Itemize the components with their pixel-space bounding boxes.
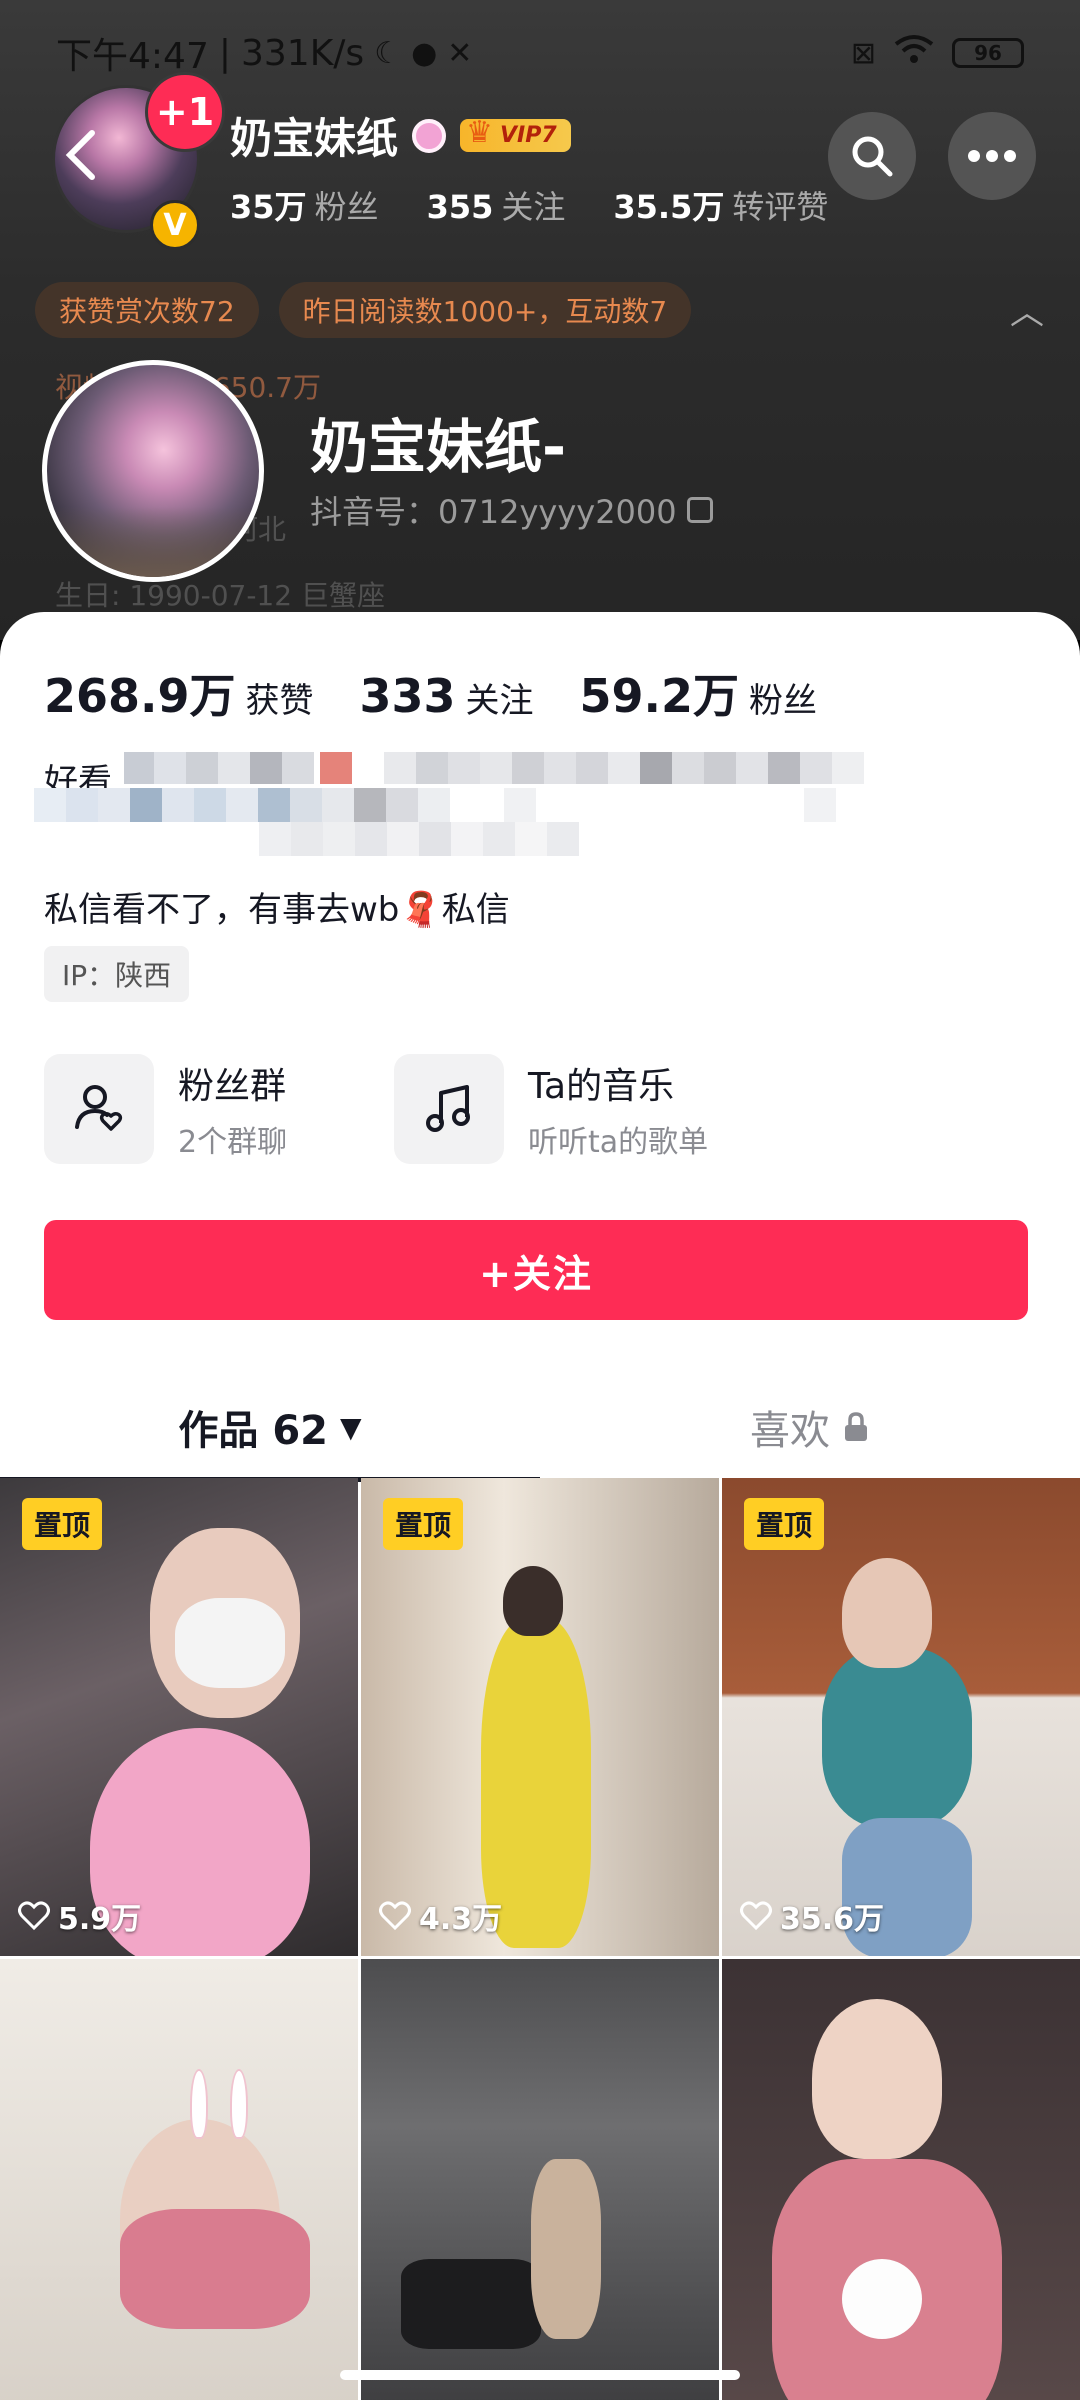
chip-reads[interactable]: 昨日阅读数1000+，互动数7 bbox=[278, 282, 692, 338]
fan-group-title: 粉丝群 bbox=[178, 1066, 287, 1107]
tab-likes[interactable]: 喜欢 bbox=[540, 1372, 1080, 1482]
moon-icon: ☾ bbox=[374, 35, 402, 71]
more-icon bbox=[968, 150, 1016, 162]
profile-stats: 268.9万 获赞 333 关注 59.2万 粉丝 bbox=[44, 660, 817, 726]
network-speed: 331K/s bbox=[240, 32, 365, 74]
capcut-icon: ✕ bbox=[447, 35, 473, 71]
video-thumbnail[interactable] bbox=[0, 1959, 358, 2400]
chevron-left-icon bbox=[65, 130, 95, 180]
wifi-icon bbox=[894, 34, 934, 72]
tab-works-label: 作品 62 bbox=[178, 1408, 329, 1454]
stat-fans[interactable]: 59.2万 粉丝 bbox=[580, 660, 818, 726]
search-button[interactable] bbox=[828, 112, 916, 200]
heart-icon bbox=[740, 1901, 772, 1931]
video-like-count: 4.3万 bbox=[379, 1894, 502, 1938]
header-name-row: 奶宝妹纸 VIP7 bbox=[230, 105, 571, 166]
caret-down-icon: ▼ bbox=[340, 1410, 362, 1444]
verified-badge: V bbox=[150, 200, 200, 250]
bio-line3: 私信看不了，有事去wb🧣私信 bbox=[44, 890, 510, 930]
ip-location-tag: IP：陕西 bbox=[44, 946, 190, 1002]
music-subtitle: 听听ta的歌单 bbox=[528, 1125, 709, 1160]
video-thumbnail[interactable] bbox=[722, 1959, 1080, 2400]
pinned-badge: 置顶 bbox=[22, 1498, 103, 1550]
douyin-id-row[interactable]: 抖音号：0712yyyy2000 bbox=[310, 487, 713, 533]
chevron-up-icon[interactable]: ︿ bbox=[1010, 285, 1044, 334]
new-count-badge: +1 bbox=[145, 72, 225, 152]
copy-icon[interactable] bbox=[686, 497, 713, 523]
pinned-badge: 置顶 bbox=[744, 1498, 825, 1550]
sim-icon: ⊠ bbox=[850, 35, 876, 71]
vip-badge: VIP7 bbox=[460, 115, 571, 152]
bio-pixelated: 好看 bbox=[34, 752, 884, 902]
music-title: Ta的音乐 bbox=[528, 1066, 675, 1107]
stat-likes[interactable]: 268.9万 获赞 bbox=[44, 660, 314, 726]
profile-header-background: 下午4:47 | 331K/s ☾ ● ✕ ⊠ 96 +1 V 奶宝妹纸 VIP… bbox=[0, 0, 1080, 640]
search-badge-icon bbox=[412, 118, 447, 153]
profile-avatar[interactable] bbox=[42, 360, 264, 582]
follow-button[interactable]: +关注 bbox=[44, 1220, 1028, 1320]
header-stat-following[interactable]: 355 关注 bbox=[427, 182, 566, 228]
video-thumbnail[interactable]: 置顶 4.3万 bbox=[361, 1478, 719, 1956]
video-like-count: 5.9万 bbox=[18, 1894, 141, 1938]
battery-level: 96 bbox=[974, 41, 1002, 65]
fan-group-subtitle: 2个群聊 bbox=[178, 1125, 288, 1160]
profile-tabs: 作品 62 ▼ 喜欢 bbox=[0, 1372, 1080, 1482]
heart-icon bbox=[18, 1901, 50, 1931]
heart-icon bbox=[379, 1901, 411, 1931]
music-entry[interactable]: Ta的音乐 听听ta的歌单 bbox=[394, 1054, 708, 1164]
faded-birthday: 生日: 1990-07-12 巨蟹座 bbox=[55, 579, 385, 612]
collapsed-profile-bar: +1 V 奶宝妹纸 VIP7 35万粉丝 355关注 35.5万转评赞 bbox=[0, 70, 1080, 250]
back-button[interactable] bbox=[60, 125, 110, 185]
profile-nickname: 奶宝妹纸- bbox=[310, 413, 567, 481]
header-stat-fans[interactable]: 35万 粉丝 bbox=[230, 182, 379, 228]
stat-following[interactable]: 333 关注 bbox=[360, 669, 534, 723]
video-thumbnail[interactable] bbox=[361, 1959, 719, 2400]
chip-rewards[interactable]: 获赞赏次数72 bbox=[35, 282, 259, 338]
pinned-badge: 置顶 bbox=[383, 1498, 464, 1550]
tab-likes-label: 喜欢 bbox=[750, 1408, 830, 1454]
more-button[interactable] bbox=[948, 112, 1036, 200]
video-thumbnail[interactable]: 置顶 5.9万 bbox=[0, 1478, 358, 1956]
tab-works[interactable]: 作品 62 ▼ bbox=[0, 1372, 540, 1482]
achievement-chips: 获赞赏次数72 昨日阅读数1000+，互动数7 bbox=[35, 282, 692, 338]
header-stat-interactions[interactable]: 35.5万 转评赞 bbox=[613, 182, 828, 228]
header-stats: 35万 粉丝 355 关注 35.5万 转评赞 bbox=[230, 182, 828, 228]
video-like-count: 35.6万 bbox=[740, 1894, 884, 1938]
fan-group-icon bbox=[44, 1054, 154, 1164]
fan-group-entry[interactable]: 粉丝群 2个群聊 bbox=[44, 1054, 287, 1164]
video-thumbnail[interactable]: 置顶 35.6万 bbox=[722, 1478, 1080, 1956]
douyin-id: 抖音号：0712yyyy2000 bbox=[310, 493, 677, 531]
header-name: 奶宝妹纸 bbox=[230, 114, 399, 163]
lock-icon bbox=[845, 1412, 867, 1441]
home-indicator[interactable] bbox=[340, 2370, 740, 2380]
profile-card: 268.9万 获赞 333 关注 59.2万 粉丝 好看 私信看不了，有事去wb… bbox=[0, 612, 1080, 2400]
battery-icon: 96 bbox=[952, 38, 1024, 68]
music-icon bbox=[394, 1054, 504, 1164]
search-icon bbox=[852, 136, 893, 177]
qq-icon: ● bbox=[411, 35, 438, 71]
